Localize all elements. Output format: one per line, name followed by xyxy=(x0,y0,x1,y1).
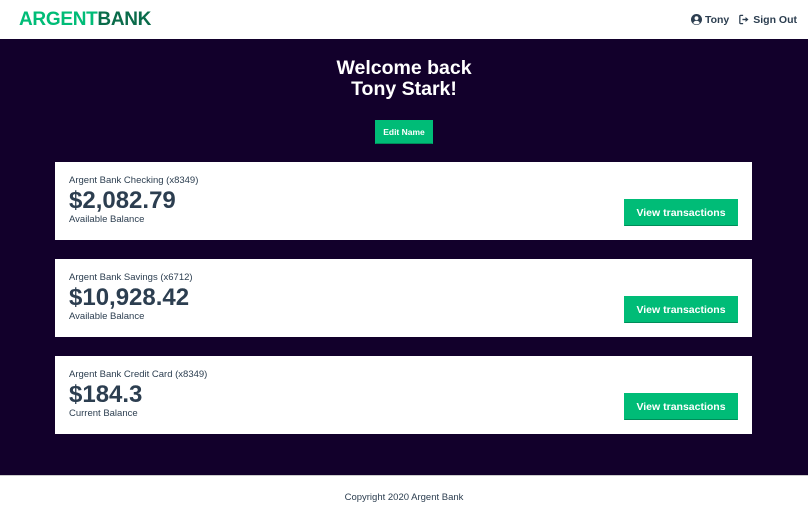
view-transactions-button[interactable]: View transactions xyxy=(624,296,738,323)
sign-out-icon xyxy=(739,14,749,25)
nav-links: Tony Sign Out xyxy=(690,13,797,26)
accounts-list: Argent Bank Checking (x8349) $2,082.79 A… xyxy=(0,162,808,434)
account-card-savings: Argent Bank Savings (x6712) $10,928.42 A… xyxy=(55,259,752,337)
edit-name-button[interactable]: Edit Name xyxy=(375,120,433,144)
welcome-line: Welcome back xyxy=(336,57,472,79)
logo-part-argent: ARGENT xyxy=(19,8,98,30)
main-content: Welcome back Tony Stark! Edit Name Argen… xyxy=(0,39,808,475)
main-nav: ARGENTBANK Tony Sign Out xyxy=(0,0,808,39)
account-amount: $184.3 xyxy=(69,381,143,408)
user-circle-icon xyxy=(690,14,702,25)
account-title: Argent Bank Credit Card (x8349) xyxy=(69,369,208,380)
account-amount: $2,082.79 xyxy=(69,187,176,214)
account-amount: $10,928.42 xyxy=(69,284,190,311)
page-footer: Copyright 2020 Argent Bank xyxy=(0,475,808,519)
account-amount-description: Available Balance xyxy=(69,311,145,322)
account-title: Argent Bank Savings (x6712) xyxy=(69,272,193,283)
view-transactions-button[interactable]: View transactions xyxy=(624,393,738,420)
nav-user-link[interactable]: Tony xyxy=(690,13,730,26)
account-card-checking: Argent Bank Checking (x8349) $2,082.79 A… xyxy=(55,162,752,240)
account-amount-description: Current Balance xyxy=(69,408,138,419)
copyright-text: Copyright 2020 Argent Bank xyxy=(344,492,464,503)
nav-signout-link[interactable]: Sign Out xyxy=(739,14,797,26)
account-title: Argent Bank Checking (x8349) xyxy=(69,175,199,186)
account-amount-description: Available Balance xyxy=(69,214,145,225)
account-info: Argent Bank Checking (x8349) $2,082.79 A… xyxy=(69,175,537,225)
view-transactions-button[interactable]: View transactions xyxy=(624,199,738,226)
account-card-credit: Argent Bank Credit Card (x8349) $184.3 C… xyxy=(55,356,752,434)
nav-signout-label: Sign Out xyxy=(753,13,797,26)
nav-user-label: Tony xyxy=(704,13,730,26)
account-info: Argent Bank Credit Card (x8349) $184.3 C… xyxy=(69,369,537,419)
user-full-name: Tony Stark! xyxy=(351,78,457,100)
logo-part-bank: BANK xyxy=(97,8,152,30)
welcome-header: Welcome back Tony Stark! Edit Name xyxy=(0,58,808,144)
account-info: Argent Bank Savings (x6712) $10,928.42 A… xyxy=(69,272,537,322)
argent-bank-logo[interactable]: ARGENTBANK xyxy=(19,9,151,31)
welcome-heading: Welcome back Tony Stark! xyxy=(0,58,808,100)
